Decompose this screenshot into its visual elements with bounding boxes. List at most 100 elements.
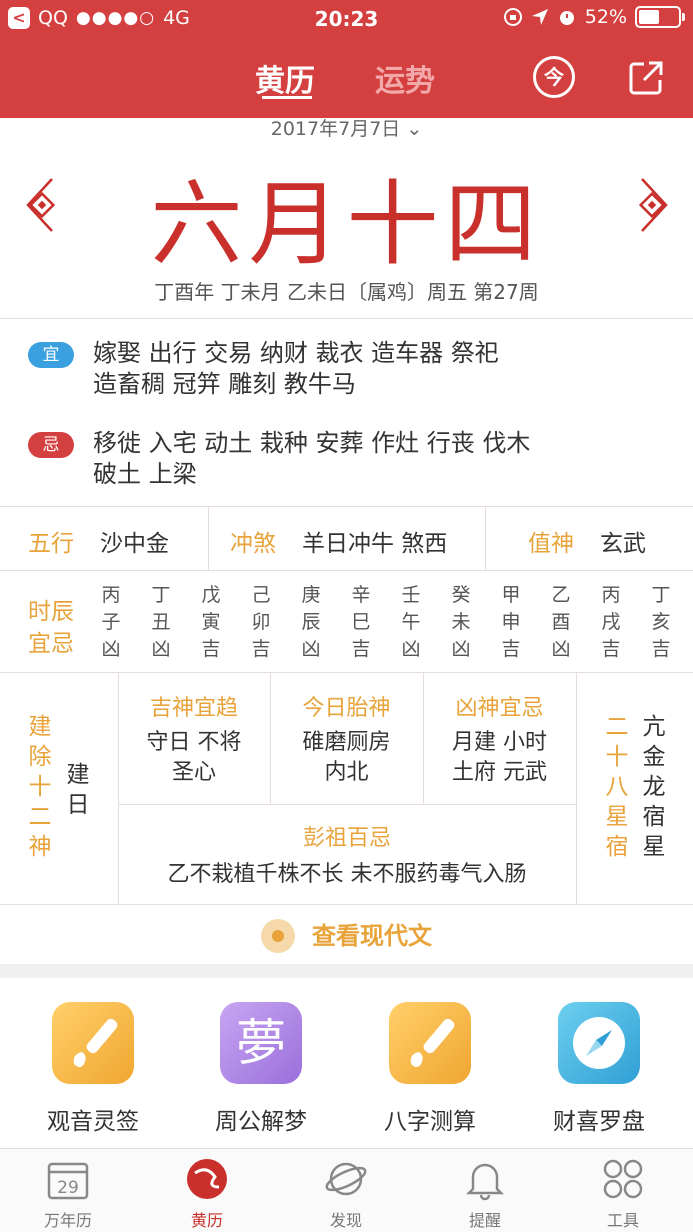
vertical-char: 建 (66, 762, 90, 788)
hour-char: 戊 (201, 584, 221, 606)
tab-almanac[interactable]: 黄历 (255, 56, 315, 100)
xingxiu-label: 二十八星宿 (603, 712, 631, 862)
hour-column: 丁亥吉 (646, 582, 676, 663)
hour-char: 庚 (301, 584, 321, 606)
lunar-date: 六月十四 (150, 171, 543, 278)
hour-char: 未 (451, 611, 471, 633)
tabbar-item-reminder[interactable]: 提醒 (435, 1157, 535, 1231)
hour-luck: 吉 (351, 638, 371, 660)
zhishen-label: 值神 (528, 531, 574, 557)
jishen-title: 吉神宜趋 (149, 696, 238, 721)
hour-column: 己卯吉 (246, 582, 276, 663)
hours-label-1: 时辰 (28, 599, 74, 625)
hour-char: 子 (101, 611, 121, 633)
pengzu-text: 乙不栽植千株不长 未不服药毒气入肠 (167, 862, 527, 887)
tabbar-label: 工具 (606, 1211, 639, 1230)
view-modern-text-label: 查看现代文 (312, 922, 433, 950)
hour-char: 戌 (601, 611, 621, 633)
taishen-title: 今日胎神 (302, 696, 391, 721)
hour-char: 甲 (501, 584, 521, 606)
wuxing-label: 五行 (28, 531, 74, 557)
divider (576, 672, 577, 904)
hour-luck: 吉 (501, 638, 521, 660)
status-bar: < QQ ●●●●○ 4G 20:23 52% (0, 0, 693, 38)
hour-char: 乙 (551, 584, 571, 606)
rotation-lock-icon (503, 8, 522, 26)
chongsha-value: 羊日冲牛 煞西 (302, 531, 448, 557)
vertical-char: 神 (28, 834, 52, 860)
eye-icon (260, 919, 295, 953)
divider (485, 506, 486, 570)
hour-char: 卯 (251, 611, 271, 633)
app-label: 八字测算 (384, 1109, 476, 1135)
vertical-char: 二 (605, 714, 629, 740)
date-picker[interactable]: 2017年7月7日 ⌄ (0, 114, 693, 141)
vertical-char: 二 (28, 804, 52, 830)
hour-char: 申 (501, 611, 521, 633)
tabbar-label: 发现 (329, 1211, 362, 1230)
hour-luck: 吉 (601, 638, 621, 660)
vertical-char: 八 (605, 774, 629, 800)
divider (0, 672, 693, 673)
vertical-char: 宿 (642, 804, 666, 830)
yi-badge: 宜 (28, 342, 74, 368)
tabbar-item-almanac[interactable]: 黄历 (157, 1157, 257, 1231)
xiongshen-line-1: 月建 小时 (452, 730, 547, 755)
grid-icon (601, 1157, 645, 1201)
app-bazi[interactable]: 八字测算 (355, 1002, 505, 1136)
yi-line-2: 造畜稠 冠笄 雕刻 教牛马 (93, 370, 356, 398)
tabbar-item-tools[interactable]: 工具 (573, 1157, 673, 1231)
hour-luck: 凶 (551, 638, 571, 660)
hour-column: 丁丑凶 (146, 582, 176, 663)
divider (0, 506, 693, 507)
ji-badge: 忌 (28, 432, 74, 458)
jianchu-label: 建除十二神 (26, 712, 54, 862)
hour-char: 辛 (351, 584, 371, 606)
vertical-char: 龙 (642, 774, 666, 800)
vertical-char: 日 (66, 792, 90, 818)
battery-percent: 52% (584, 6, 627, 28)
hour-column: 丙子凶 (96, 582, 126, 663)
tabbar-item-calendar[interactable]: 29 万年历 (18, 1157, 118, 1231)
app-label: 财喜罗盘 (553, 1109, 645, 1135)
tabbar-item-discover[interactable]: 发现 (296, 1157, 396, 1231)
back-to-app-icon[interactable]: < (8, 7, 30, 29)
brush-icon (52, 1002, 134, 1084)
ganzhi-line: 丁酉年 丁未月 乙未日〔属鸡〕周五 第27周 (154, 280, 539, 304)
app-dream[interactable]: 夢 周公解梦 (186, 1002, 336, 1136)
hour-luck: 吉 (651, 638, 671, 660)
tabbar-label: 万年历 (43, 1211, 92, 1230)
today-icon[interactable]: 今 (533, 56, 575, 98)
app-label: 周公解梦 (215, 1109, 307, 1135)
jianchu-value: 建日 (64, 760, 92, 820)
chevron-down-icon: ⌄ (406, 118, 423, 140)
hour-char: 壬 (401, 584, 421, 606)
bell-icon (463, 1157, 507, 1201)
compass-icon (558, 1002, 640, 1084)
ji-line-1: 移徙 入宅 动土 栽种 安葬 作灶 行丧 伐木 (93, 429, 531, 457)
hour-char: 辰 (301, 611, 321, 633)
tab-active-indicator (262, 96, 312, 99)
vertical-char: 星 (605, 804, 629, 830)
hour-char: 寅 (201, 611, 221, 633)
taishen-line-2: 内北 (324, 760, 369, 785)
yi-line-1: 嫁娶 出行 交易 纳财 裁衣 造车器 祭祀 (93, 339, 499, 367)
hour-luck: 凶 (151, 638, 171, 660)
vertical-char: 十 (28, 774, 52, 800)
vertical-char: 金 (642, 744, 666, 770)
tab-fortune[interactable]: 运势 (375, 56, 435, 100)
yinyang-icon (185, 1157, 229, 1201)
hour-column: 丙戌吉 (596, 582, 626, 663)
next-day-icon[interactable] (632, 175, 672, 235)
share-icon[interactable] (628, 60, 664, 96)
xiongshen-line-2: 土府 元武 (452, 760, 547, 785)
hour-char: 丑 (151, 611, 171, 633)
view-modern-text-button[interactable]: 查看现代文 (0, 908, 693, 964)
section-gap (0, 964, 693, 978)
jishen-line-2: 圣心 (171, 760, 216, 785)
app-compass[interactable]: 财喜罗盘 (524, 1002, 674, 1136)
hour-char: 丙 (601, 584, 621, 606)
vertical-char: 亢 (642, 714, 666, 740)
app-guanyin[interactable]: 观音灵签 (18, 1002, 168, 1136)
hour-char: 丁 (651, 584, 671, 606)
